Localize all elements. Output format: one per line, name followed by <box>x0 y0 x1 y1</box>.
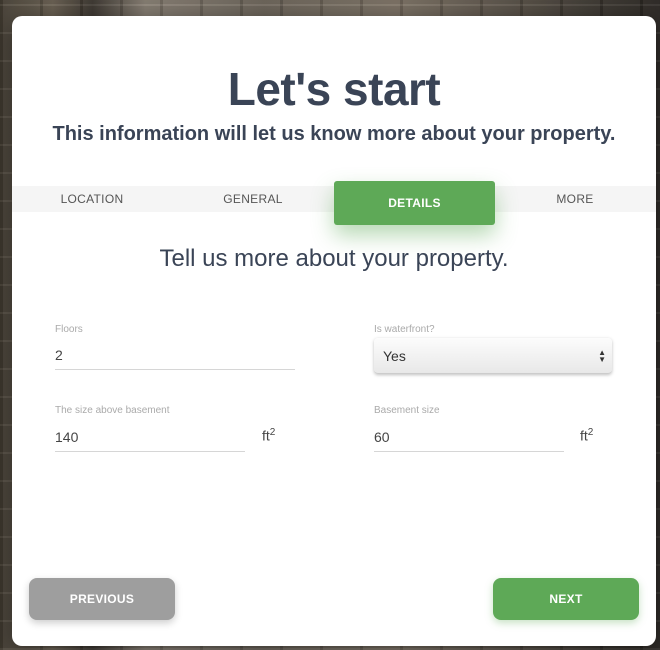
previous-button[interactable]: PREVIOUS <box>29 578 175 620</box>
size-above-basement-label: The size above basement <box>55 405 170 416</box>
page-subtitle: This information will let us know more a… <box>52 123 616 145</box>
next-button[interactable]: NEXT <box>493 578 639 620</box>
waterfront-select[interactable]: Yes ▲ ▼ <box>374 338 612 374</box>
waterfront-label: Is waterfront? <box>374 324 435 335</box>
floors-input[interactable] <box>55 347 295 370</box>
basement-size-input[interactable] <box>374 429 564 452</box>
wizard-card: Let's start This information will let us… <box>12 16 656 646</box>
waterfront-select-value: Yes <box>383 347 406 364</box>
section-heading: Tell us more about your property. <box>159 245 509 272</box>
tab-general[interactable]: GENERAL <box>173 186 333 212</box>
size-above-basement-unit: ft2 <box>262 427 276 444</box>
basement-size-label: Basement size <box>374 405 440 416</box>
tab-details[interactable]: DETAILS <box>334 181 495 225</box>
basement-size-unit: ft2 <box>580 427 594 444</box>
page-title: Let's start <box>227 63 441 115</box>
tab-more[interactable]: MORE <box>495 186 655 212</box>
tab-location[interactable]: LOCATION <box>12 186 172 212</box>
select-arrows-icon: ▲ ▼ <box>598 348 606 364</box>
floors-label: Floors <box>55 324 83 335</box>
size-above-basement-input[interactable] <box>55 429 245 452</box>
